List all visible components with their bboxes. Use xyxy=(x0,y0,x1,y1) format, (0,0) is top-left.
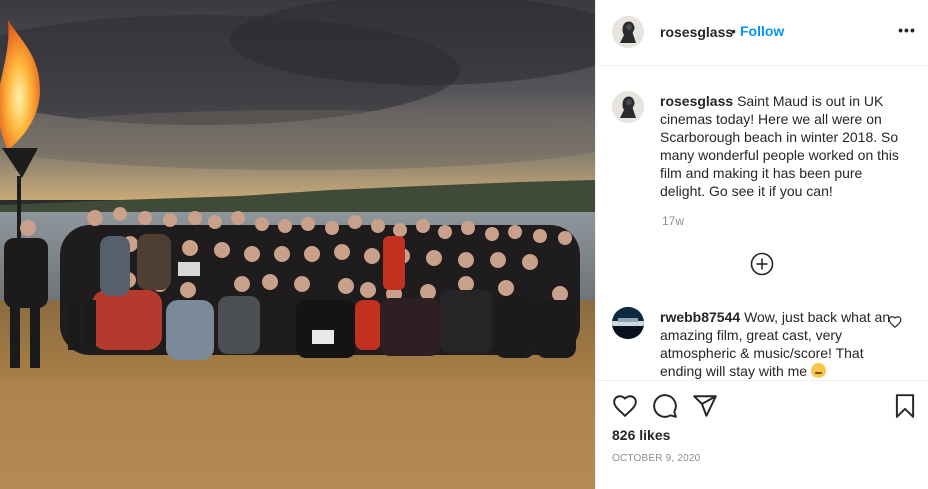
post-author-username[interactable]: rosesglass xyxy=(660,24,733,40)
profile-avatar[interactable] xyxy=(612,16,644,48)
group-photo-image xyxy=(0,0,595,489)
comment-author-avatar[interactable] xyxy=(612,307,644,339)
caption-author-avatar[interactable] xyxy=(612,91,644,123)
comment-item: rwebb87544 Wow, just back what an amazin… xyxy=(660,308,892,380)
post-date[interactable]: October 9, 2020 xyxy=(612,453,700,464)
plus-circle-icon[interactable] xyxy=(750,252,774,276)
more-options-icon[interactable]: ••• xyxy=(896,22,918,42)
comment-icon[interactable] xyxy=(652,393,678,419)
comment-heart-icon[interactable] xyxy=(888,315,902,329)
post-actions: 826 likes October 9, 2020 xyxy=(596,380,928,489)
caption-avatar-image xyxy=(612,91,644,123)
comment-avatar-image xyxy=(612,307,644,339)
post-details-panel: rosesglass • Follow ••• rosesglass Saint… xyxy=(595,0,928,489)
likes-count[interactable]: 826 likes xyxy=(612,427,670,443)
post-caption: rosesglass Saint Maud is out in UK cinem… xyxy=(660,92,910,200)
grimace-emoji-icon xyxy=(810,363,826,378)
caption-time[interactable]: 17w xyxy=(662,214,684,228)
post-photo[interactable] xyxy=(0,0,595,489)
follow-button[interactable]: Follow xyxy=(740,23,784,39)
profile-avatar-image xyxy=(612,16,644,48)
paper-plane-icon[interactable] xyxy=(692,393,718,419)
comment-username[interactable]: rwebb87544 xyxy=(660,309,740,325)
caption-username[interactable]: rosesglass xyxy=(660,93,733,109)
post-header: rosesglass • Follow ••• xyxy=(596,0,928,66)
comments-section[interactable]: rosesglass Saint Maud is out in UK cinem… xyxy=(596,67,928,380)
separator-dot: • xyxy=(731,23,736,39)
bookmark-icon[interactable] xyxy=(892,393,918,419)
heart-icon[interactable] xyxy=(612,393,638,419)
